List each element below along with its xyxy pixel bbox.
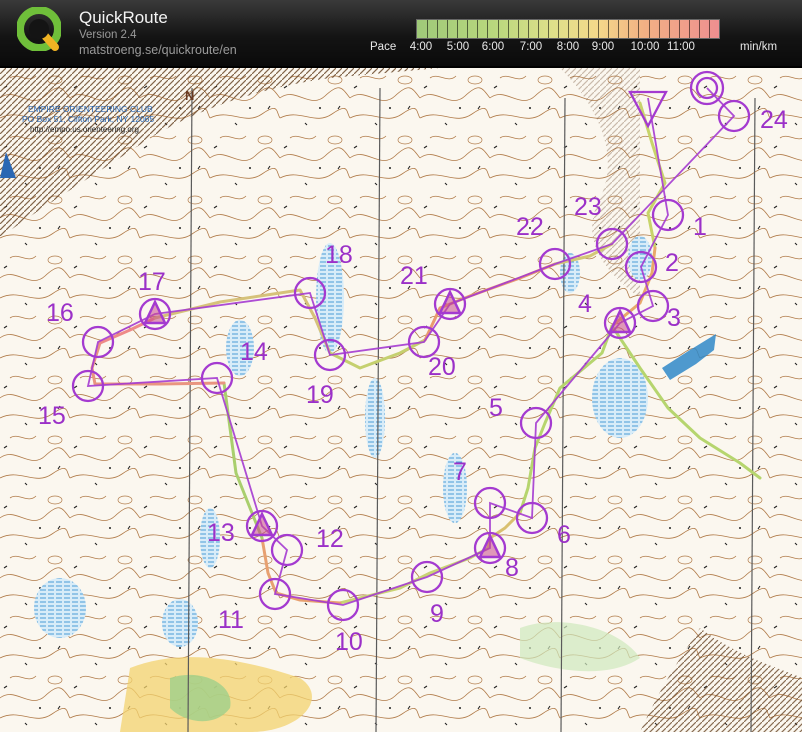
control-number: 4 [578,290,592,318]
north-letter: N [185,88,194,103]
control-number: 5 [489,394,503,422]
app-title: QuickRoute [79,8,168,27]
pace-scale-tick [457,20,459,38]
control-number: 14 [240,338,268,366]
pace-scale-tick [537,20,539,38]
control-number: 8 [505,554,519,582]
pace-tick-6:00: 6:00 [481,41,505,53]
pace-tick-4:00: 4:00 [409,41,433,53]
pace-scale-tick [708,20,710,38]
pace-scale-tick [547,20,549,38]
control-number: 9 [430,600,444,628]
club-url: http://empo.us.orienteering.org [30,125,139,134]
quickroute-logo-icon [17,7,61,51]
pace-scale-tick [578,20,580,38]
control-number: 16 [46,299,74,327]
pace-scale-tick [487,20,489,38]
app-url: matstroeng.se/quickroute/en [79,43,237,57]
pace-unit: min/km [740,41,778,53]
pace-scale-tick [588,20,590,38]
pace-tick-11:00: 11:00 [667,41,695,53]
control-number: 20 [428,353,456,381]
pace-color-scale [416,19,720,39]
pace-scale-tick [608,20,610,38]
control-number: 19 [306,381,334,409]
control-number: 24 [760,106,788,134]
pace-scale-tick [688,20,690,38]
app-header: QuickRoute Version 2.4 matstroeng.se/qui… [0,0,802,68]
app-version: Version 2.4 [79,29,137,41]
control-number: 21 [400,262,428,290]
control-number: 3 [667,304,681,332]
control-number: 15 [38,402,66,430]
pace-scale-tick [618,20,620,38]
pace-tick-5:00: 5:00 [446,41,470,53]
pace-scale-tick [517,20,519,38]
control-number: 2 [665,249,679,277]
control-number: 6 [557,521,571,549]
control-number: 1 [693,213,707,241]
pace-scale-tick [658,20,660,38]
control-number: 13 [207,519,235,547]
pace-scale-tick [638,20,640,38]
control-number: 18 [325,241,353,269]
pace-scale-tick [507,20,509,38]
control-number: 23 [574,193,602,221]
pace-scale-tick [648,20,650,38]
pace-scale-tick [628,20,630,38]
pace-label: Pace [370,41,397,53]
club-address: PO Box 51, Clifton Park, NY 12065 [22,114,154,124]
pace-tick-10:00: 10:00 [630,41,660,53]
pace-scale-tick [568,20,569,38]
pace-scale-tick [497,20,499,38]
pace-scale-tick [477,20,479,38]
pace-scale-tick [557,20,559,38]
control-number: 12 [316,525,344,553]
pace-scale-tick [668,20,670,38]
pace-scale-tick [527,20,529,38]
pace-scale-tick [447,20,449,38]
control-number: 22 [516,213,544,241]
pace-scale-tick [427,20,429,38]
pace-tick-9:00: 9:00 [591,41,615,53]
club-name: EMPIRE ORIENTEERING CLUB [28,104,153,114]
pace-scale-tick [467,20,469,38]
pace-tick-7:00: 7:00 [519,41,543,53]
pace-tick-8:00: 8:00 [556,41,580,53]
control-number: 17 [138,268,166,296]
pace-scale-tick [698,20,700,38]
control-number: 7 [453,458,467,486]
orienteering-map[interactable]: EMPIRE ORIENTEERING CLUB PO Box 51, Clif… [0,68,802,732]
pace-scale-tick [678,20,680,38]
control-number: 10 [335,628,363,656]
control-number: 11 [218,606,244,634]
pace-scale-tick [437,20,439,38]
pace-scale-tick [598,20,600,38]
